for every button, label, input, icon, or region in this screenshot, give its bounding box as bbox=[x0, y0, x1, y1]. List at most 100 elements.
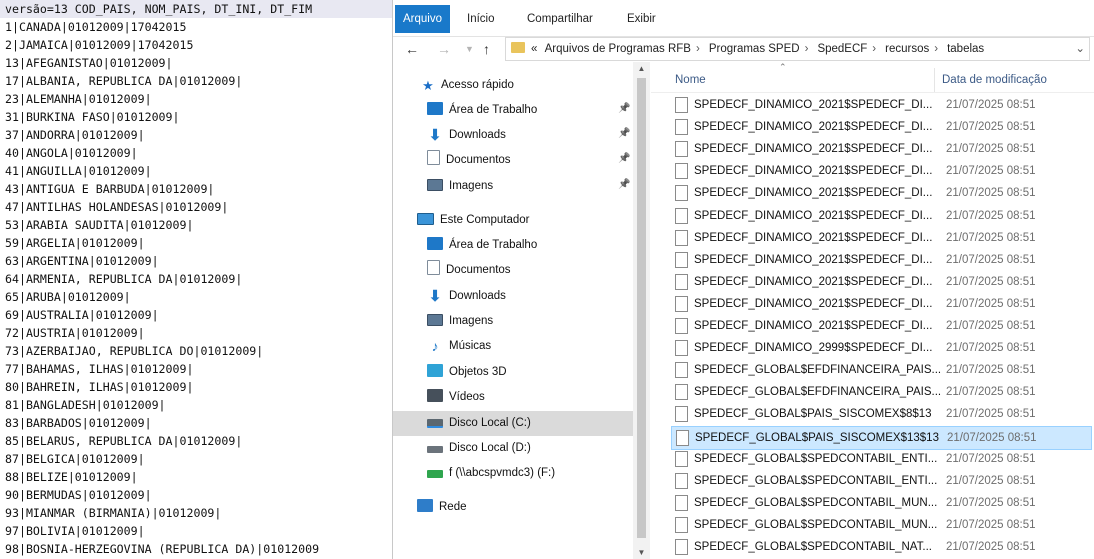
editor-line[interactable]: 1|CANADA|01012009|17042015 bbox=[0, 18, 392, 36]
editor-content[interactable]: versão=13 COD_PAIS, NOM_PAIS, DT_INI, DT… bbox=[0, 0, 392, 558]
nav-quick-desktop[interactable]: Área de Trabalho bbox=[393, 98, 633, 123]
editor-line[interactable]: 13|AFEGANISTAO|01012009| bbox=[0, 54, 392, 72]
file-row[interactable]: SPEDECF_DINAMICO_2021$SPEDECF_DI... 21/07… bbox=[671, 315, 1092, 337]
file-row[interactable]: SPEDECF_DINAMICO_2999$SPEDECF_DI... 21/07… bbox=[671, 337, 1092, 359]
address-bar[interactable]: « Arquivos de Programas RFB › Programas SP… bbox=[505, 37, 1090, 61]
address-dropdown-icon[interactable]: ⌄ bbox=[1075, 38, 1085, 60]
breadcrumb-item[interactable]: Arquivos de Programas RFB bbox=[545, 43, 691, 55]
nav-pane-scrollbar[interactable]: ▲ ▼ bbox=[633, 62, 650, 559]
editor-line[interactable]: 88|BELIZE|01012009| bbox=[0, 468, 392, 486]
editor-line[interactable]: 90|BERMUDAS|01012009| bbox=[0, 486, 392, 504]
editor-line[interactable]: 81|BANGLADESH|01012009| bbox=[0, 396, 392, 414]
nav-network[interactable]: Rede bbox=[393, 495, 633, 520]
editor-line[interactable]: 41|ANGUILLA|01012009| bbox=[0, 162, 392, 180]
file-row[interactable]: SPEDECF_DINAMICO_2021$SPEDECF_DI... 21/07… bbox=[671, 94, 1092, 116]
file-row[interactable]: SPEDECF_DINAMICO_2021$SPEDECF_DI... 21/07… bbox=[671, 182, 1092, 204]
editor-line[interactable]: 37|ANDORRA|01012009| bbox=[0, 126, 392, 144]
editor-line[interactable]: 65|ARUBA|01012009| bbox=[0, 288, 392, 306]
file-row[interactable]: SPEDECF_DINAMICO_2021$SPEDECF_DI... 21/07… bbox=[671, 249, 1092, 271]
file-row[interactable]: SPEDECF_DINAMICO_2021$SPEDECF_DI... 21/07… bbox=[671, 227, 1092, 249]
file-row[interactable]: SPEDECF_GLOBAL$SPEDCONTABIL_NAT... 21/07/… bbox=[671, 536, 1092, 558]
up-arrow-icon[interactable]: ↑ bbox=[483, 36, 490, 62]
file-row[interactable]: SPEDECF_DINAMICO_2021$SPEDECF_DI... 21/07… bbox=[671, 138, 1092, 160]
breadcrumb-separator-icon[interactable]: › bbox=[872, 43, 876, 55]
file-row[interactable]: SPEDECF_GLOBAL$SPEDCONTABIL_ENTI... 21/07… bbox=[671, 470, 1092, 492]
file-row[interactable]: SPEDECF_GLOBAL$SPEDCONTABIL_MUN... 21/07/… bbox=[671, 492, 1092, 514]
editor-line[interactable]: 2|JAMAICA|01012009|17042015 bbox=[0, 36, 392, 54]
file-row[interactable]: SPEDECF_GLOBAL$SPEDCONTABIL_ENTI... 21/07… bbox=[671, 448, 1092, 470]
file-row[interactable]: SPEDECF_DINAMICO_2021$SPEDECF_DI... 21/07… bbox=[671, 116, 1092, 138]
nav-pc-drive-f[interactable]: f (\\abcspvmdc3) (F:) bbox=[393, 461, 633, 486]
editor-line[interactable]: 69|AUSTRALIA|01012009| bbox=[0, 306, 392, 324]
nav-quick-downloads[interactable]: ⬇ Downloads bbox=[393, 123, 633, 148]
breadcrumb-overflow[interactable]: « bbox=[531, 43, 537, 55]
nav-pc-3d-objects[interactable]: Objetos 3D bbox=[393, 360, 633, 385]
file-row[interactable]: SPEDECF_DINAMICO_2021$SPEDECF_DI... 21/07… bbox=[671, 160, 1092, 182]
editor-line[interactable]: 23|ALEMANHA|01012009| bbox=[0, 90, 392, 108]
breadcrumb-item[interactable]: tabelas bbox=[947, 43, 984, 55]
pin-icon[interactable]: 📌 bbox=[618, 103, 630, 114]
editor-line[interactable]: 73|AZERBAIJAO, REPUBLICA DO|01012009| bbox=[0, 342, 392, 360]
tab-compartilhar[interactable]: Compartilhar bbox=[527, 6, 593, 32]
nav-this-pc[interactable]: Este Computador bbox=[393, 208, 633, 233]
editor-line[interactable]: 17|ALBANIA, REPUBLICA DA|01012009| bbox=[0, 72, 392, 90]
editor-line[interactable]: 40|ANGOLA|01012009| bbox=[0, 144, 392, 162]
nav-pc-music[interactable]: ♪ Músicas bbox=[393, 334, 633, 359]
pin-icon[interactable]: 📌 bbox=[618, 179, 630, 190]
breadcrumb-separator-icon[interactable]: › bbox=[934, 43, 938, 55]
nav-pc-videos[interactable]: Vídeos bbox=[393, 385, 633, 410]
editor-line[interactable]: 64|ARMENIA, REPUBLICA DA|01012009| bbox=[0, 270, 392, 288]
scroll-up-icon[interactable]: ▲ bbox=[633, 64, 650, 73]
nav-pc-drive-c[interactable]: Disco Local (C:) bbox=[393, 411, 633, 436]
editor-line[interactable]: 87|BELGICA|01012009| bbox=[0, 450, 392, 468]
nav-pc-documents[interactable]: Documentos bbox=[393, 258, 633, 283]
scroll-down-icon[interactable]: ▼ bbox=[633, 548, 650, 557]
text-editor[interactable]: versão=13 COD_PAIS, NOM_PAIS, DT_INI, DT… bbox=[0, 0, 393, 559]
nav-pc-drive-d[interactable]: Disco Local (D:) bbox=[393, 436, 633, 461]
nav-pc-images[interactable]: Imagens bbox=[393, 309, 633, 334]
editor-line[interactable]: 53|ARABIA SAUDITA|01012009| bbox=[0, 216, 392, 234]
column-divider[interactable] bbox=[934, 68, 935, 92]
file-row[interactable]: SPEDECF_GLOBAL$PAIS_SISCOMEX$13$13 21/07/… bbox=[671, 425, 1092, 450]
file-row[interactable]: SPEDECF_DINAMICO_2021$SPEDECF_DI... 21/07… bbox=[671, 205, 1092, 227]
file-row[interactable]: SPEDECF_GLOBAL$EFDFINANCEIRA_PAIS... 21/0… bbox=[671, 359, 1092, 381]
file-row[interactable]: SPEDECF_GLOBAL$SPEDCONTABIL_MUN... 21/07/… bbox=[671, 514, 1092, 536]
editor-line[interactable]: 97|BOLIVIA|01012009| bbox=[0, 522, 392, 540]
breadcrumb-item[interactable]: SpedECF bbox=[817, 43, 867, 55]
forward-arrow-icon[interactable]: → bbox=[437, 36, 451, 62]
editor-line[interactable]: 43|ANTIGUA E BARBUDA|01012009| bbox=[0, 180, 392, 198]
editor-line[interactable]: 98|BOSNIA-HERZEGOVINA (REPUBLICA DA)|010… bbox=[0, 540, 392, 558]
file-row[interactable]: SPEDECF_GLOBAL$PAIS_SISCOMEX$8$13 21/07/2… bbox=[671, 403, 1092, 425]
nav-pc-downloads[interactable]: ⬇ Downloads bbox=[393, 284, 633, 309]
editor-line[interactable]: 72|AUSTRIA|01012009| bbox=[0, 324, 392, 342]
editor-line[interactable]: 80|BAHREIN, ILHAS|01012009| bbox=[0, 378, 392, 396]
editor-line[interactable]: 31|BURKINA FASO|01012009| bbox=[0, 108, 392, 126]
column-date[interactable]: Data de modificação bbox=[942, 74, 1047, 86]
breadcrumb-item[interactable]: Programas SPED bbox=[709, 43, 800, 55]
file-row[interactable]: SPEDECF_DINAMICO_2021$SPEDECF_DI... 21/07… bbox=[671, 293, 1092, 315]
breadcrumb-item[interactable]: recursos bbox=[885, 43, 929, 55]
nav-quick-documents[interactable]: Documentos bbox=[393, 148, 633, 173]
editor-line[interactable]: 83|BARBADOS|01012009| bbox=[0, 414, 392, 432]
recent-locations-chevron-icon[interactable]: ▼ bbox=[465, 36, 474, 62]
file-row[interactable]: SPEDECF_GLOBAL$EFDFINANCEIRA_PAIS... 21/0… bbox=[671, 381, 1092, 403]
editor-line[interactable]: 63|ARGENTINA|01012009| bbox=[0, 252, 392, 270]
tab-arquivo[interactable]: Arquivo bbox=[395, 5, 450, 33]
nav-pc-desktop[interactable]: Área de Trabalho bbox=[393, 233, 633, 258]
nav-quick-images[interactable]: Imagens bbox=[393, 174, 633, 199]
editor-line[interactable]: 93|MIANMAR (BIRMANIA)|01012009| bbox=[0, 504, 392, 522]
scroll-thumb[interactable] bbox=[637, 78, 646, 538]
tab-inicio[interactable]: Início bbox=[467, 6, 495, 32]
breadcrumb-separator-icon[interactable]: › bbox=[696, 43, 700, 55]
back-arrow-icon[interactable]: ← bbox=[405, 36, 419, 62]
editor-line[interactable]: 77|BAHAMAS, ILHAS|01012009| bbox=[0, 360, 392, 378]
breadcrumb-separator-icon[interactable]: › bbox=[805, 43, 809, 55]
tab-exibir[interactable]: Exibir bbox=[627, 6, 656, 32]
file-row[interactable]: SPEDECF_DINAMICO_2021$SPEDECF_DI... 21/07… bbox=[671, 271, 1092, 293]
editor-line[interactable]: 47|ANTILHAS HOLANDESAS|01012009| bbox=[0, 198, 392, 216]
pin-icon[interactable]: 📌 bbox=[618, 128, 630, 139]
column-name[interactable]: Nome bbox=[675, 74, 706, 86]
pin-icon[interactable]: 📌 bbox=[618, 153, 630, 164]
editor-line[interactable]: 59|ARGELIA|01012009| bbox=[0, 234, 392, 252]
editor-header-line[interactable]: versão=13 COD_PAIS, NOM_PAIS, DT_INI, DT… bbox=[0, 0, 392, 18]
